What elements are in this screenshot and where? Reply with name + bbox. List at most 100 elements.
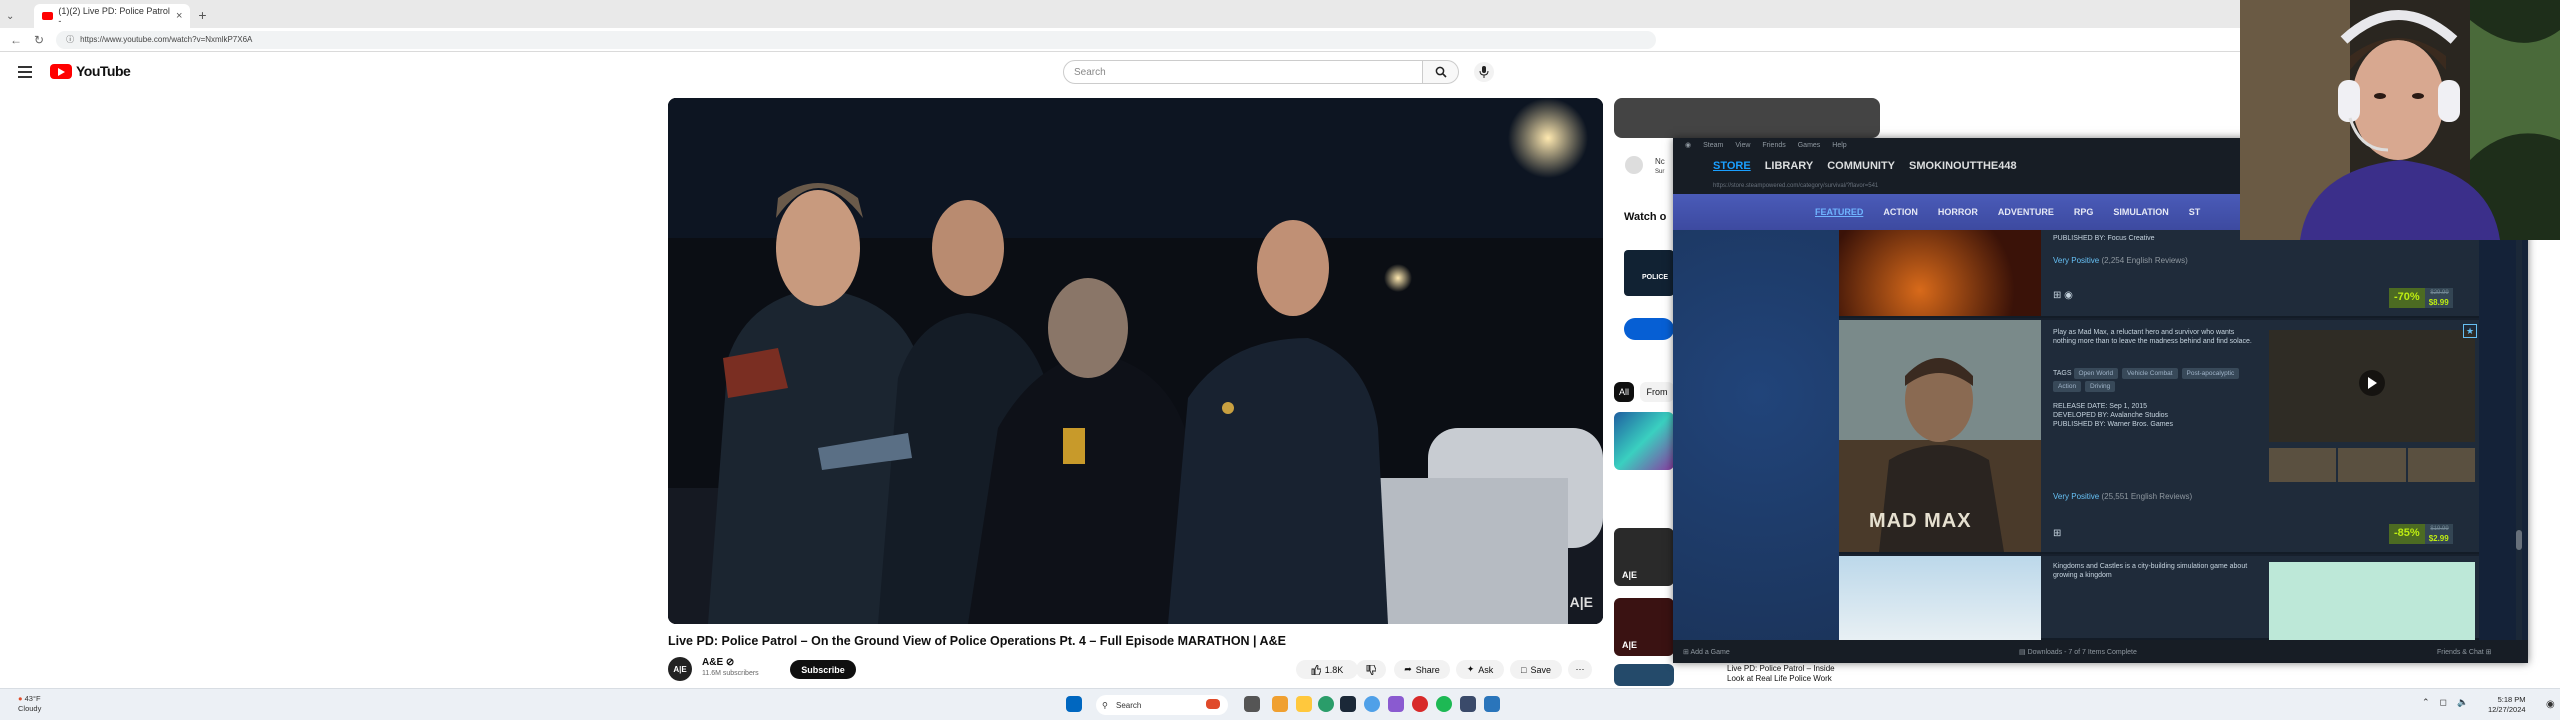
close-tab-icon[interactable]: × [176, 10, 182, 22]
chrome-icon[interactable] [1364, 696, 1380, 712]
site-info-icon[interactable]: ⓘ [66, 34, 74, 45]
like-button[interactable]: 1.8K [1296, 660, 1358, 679]
new-tab-button[interactable]: + [198, 7, 206, 23]
tab-simulation[interactable]: SIMULATION [2113, 207, 2168, 217]
system-tray[interactable]: ⌃ ◻ 🔈 [2422, 697, 2468, 708]
wishlist-icon[interactable]: ★ [2463, 324, 2477, 338]
game-tags: TAGS Open World Vehicle Combat Post-apoc… [2053, 366, 2253, 392]
steam-taskbar-icon[interactable] [1340, 696, 1356, 712]
subscriber-count: 11.6M subscribers [702, 670, 759, 677]
game-row[interactable]: MAD MAX Play as Mad Max, a reluctant her… [1839, 320, 2479, 554]
tab-list-button[interactable]: ⌄ [6, 11, 14, 22]
youtube-logo[interactable]: YouTube [50, 63, 131, 79]
copilot-icon[interactable] [1272, 696, 1288, 712]
reload-icon[interactable]: ↻ [34, 33, 44, 47]
discord-icon[interactable] [1460, 696, 1476, 712]
friends-chat-button[interactable]: Friends & Chat ⊞ [2437, 648, 2492, 656]
task-view-icon[interactable] [1244, 696, 1260, 712]
chip-all[interactable]: All [1614, 382, 1634, 402]
video-title: Live PD: Police Patrol – On the Ground V… [668, 634, 1286, 648]
webcam-overlay [2240, 0, 2560, 240]
sidebar-action-button[interactable] [1624, 318, 1674, 340]
related-video-title[interactable]: Live PD: Police Patrol – Inside Look at R… [1727, 664, 1835, 684]
start-windows-icon[interactable] [1066, 696, 1082, 712]
related-video-thumbnail[interactable]: A|E [1614, 598, 1674, 656]
steam-active-icon[interactable] [1484, 696, 1500, 712]
ask-button[interactable]: ✦ Ask [1456, 660, 1504, 679]
video-player[interactable]: A|E [668, 98, 1603, 624]
tab-adventure[interactable]: ADVENTURE [1998, 207, 2054, 217]
tag[interactable]: Post-apocalyptic [2181, 368, 2240, 379]
file-explorer-icon[interactable] [1296, 696, 1312, 712]
game-capsule-image [1839, 230, 2041, 316]
spotify-icon[interactable] [1436, 696, 1452, 712]
tag[interactable]: Driving [2085, 381, 2116, 392]
more-actions-button[interactable]: ⋯ [1568, 660, 1592, 679]
steam-logo-icon: ◉ [1685, 142, 1692, 149]
search-button[interactable] [1423, 60, 1459, 84]
sidebar-thumbnail[interactable]: POLICE [1624, 250, 1674, 296]
url-field[interactable]: ⓘ https://www.youtube.com/watch?v=NxmlkP… [56, 30, 1657, 49]
developer: DEVELOPED BY: Avalanche Studios [2053, 412, 2169, 419]
menu-games[interactable]: Games [1798, 142, 1821, 149]
voice-search-button[interactable] [1474, 62, 1494, 82]
related-video-thumbnail[interactable] [1614, 412, 1674, 470]
game-row[interactable]: Kingdoms and Castles is a city-building … [1839, 556, 2479, 640]
tag[interactable]: Vehicle Combat [2122, 368, 2178, 379]
channel-name[interactable]: A&E ⊘ [702, 657, 734, 668]
play-icon[interactable] [2359, 370, 2385, 396]
store-scrollbar[interactable] [2516, 230, 2522, 640]
tags-label: TAGS [2053, 370, 2072, 377]
back-arrow-icon[interactable]: ← [10, 33, 22, 47]
menu-hamburger-icon[interactable] [18, 66, 32, 81]
nav-community[interactable]: COMMUNITY [1827, 160, 1895, 172]
save-label: Save [1530, 664, 1551, 675]
tag[interactable]: Action [2053, 381, 2082, 392]
trailer-preview[interactable] [2269, 330, 2475, 442]
share-button[interactable]: ➦ Share [1394, 660, 1450, 679]
clock[interactable]: 5:18 PM 12/27/2024 [2488, 695, 2526, 715]
screenshot-strip[interactable] [2269, 448, 2475, 482]
search-icon: ⚲ [1102, 700, 1108, 710]
volume-icon[interactable]: 🔈 [2457, 697, 2468, 708]
subscribe-button[interactable]: Subscribe [790, 660, 856, 679]
channel-avatar[interactable]: A|E [668, 657, 692, 681]
save-button[interactable]: □ Save [1510, 660, 1562, 679]
dislike-button[interactable] [1356, 660, 1386, 679]
menu-friends[interactable]: Friends [1762, 142, 1785, 149]
browser-tab-youtube[interactable]: (1)(2) Live PD: Police Patrol - × [34, 4, 191, 28]
game-description: Kingdoms and Castles is a city-building … [2053, 563, 2248, 579]
menu-steam[interactable]: Steam [1703, 142, 1723, 149]
nav-store[interactable]: STORE [1713, 160, 1751, 172]
tab-more[interactable]: ST [2189, 207, 2201, 217]
related-video-thumbnail[interactable] [1614, 664, 1674, 686]
weather-widget[interactable]: ● 43°F Cloudy [18, 694, 41, 714]
related-video-thumbnail[interactable]: A|E [1614, 528, 1674, 586]
tab-featured[interactable]: FEATURED [1815, 207, 1863, 217]
network-icon[interactable]: ◻ [2440, 697, 2447, 708]
menu-view[interactable]: View [1735, 142, 1750, 149]
notification-bell-icon[interactable]: ◉ [2546, 699, 2555, 710]
nav-library[interactable]: LIBRARY [1765, 160, 1813, 172]
menu-help[interactable]: Help [1832, 142, 1846, 149]
discount-block[interactable]: -85% $19.99 $2.99 [2389, 524, 2453, 544]
tag[interactable]: Open World [2073, 368, 2119, 379]
trailer-preview[interactable] [2269, 562, 2475, 640]
chevron-up-icon[interactable]: ⌃ [2422, 697, 2430, 708]
edge-icon[interactable] [1318, 696, 1334, 712]
tab-action[interactable]: ACTION [1883, 207, 1918, 217]
search-input[interactable]: Search [1063, 60, 1423, 84]
game-row[interactable]: PUBLISHED BY: Focus Creative Very Positi… [1839, 230, 2479, 318]
game-meta: RELEASE DATE: Sep 1, 2015 DEVELOPED BY: … [2053, 402, 2263, 429]
tab-rpg[interactable]: RPG [2074, 207, 2094, 217]
discount-block[interactable]: -70% $29.99 $8.99 [2389, 288, 2453, 308]
downloads-status[interactable]: ▤ Downloads - 7 of 7 Items Complete [2019, 648, 2137, 656]
obs-icon[interactable] [1388, 696, 1404, 712]
tab-horror[interactable]: HORROR [1938, 207, 1978, 217]
add-game-button[interactable]: ⊞ Add a Game [1683, 648, 1730, 656]
chip-from[interactable]: From [1640, 382, 1674, 402]
sidebar-ad-card[interactable] [1614, 98, 1880, 138]
nav-profile[interactable]: SMOKINOUTTHE448 [1909, 160, 2017, 172]
app-icon[interactable] [1412, 696, 1428, 712]
microphone-icon [1479, 66, 1489, 78]
